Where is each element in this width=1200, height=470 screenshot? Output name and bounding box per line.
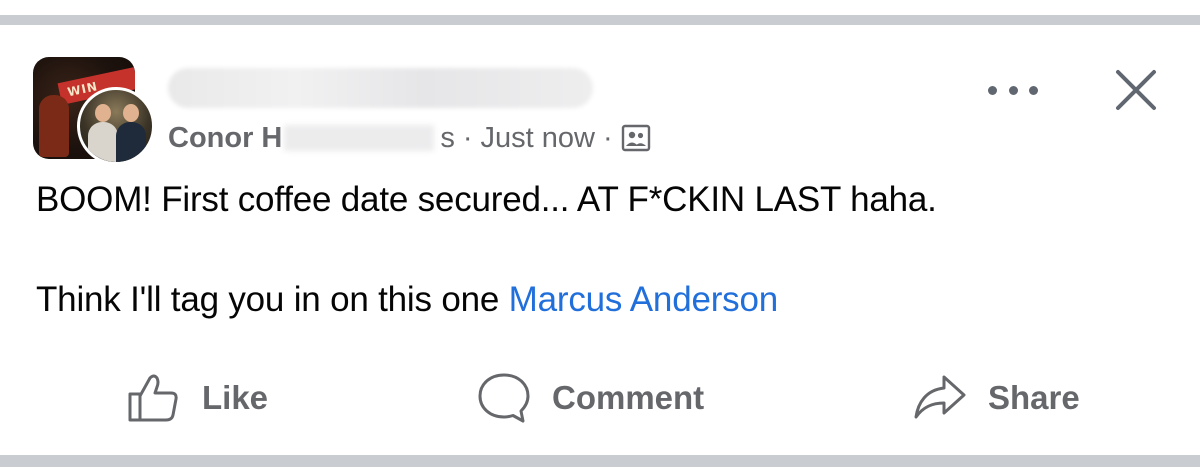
comment-button[interactable]: Comment (476, 370, 704, 426)
comment-bubble-icon (478, 373, 530, 423)
post-text-line-1: BOOM! First coffee date secured... AT F*… (36, 180, 937, 219)
author-name-fragment: s (440, 121, 455, 154)
bottom-divider (0, 455, 1200, 467)
like-button[interactable]: Like (126, 370, 268, 426)
group-avatar-figure (39, 95, 69, 157)
share-button[interactable]: Share (912, 370, 1080, 426)
group-name-redacted[interactable] (168, 68, 593, 108)
meta-separator: · (603, 121, 613, 154)
like-label: Like (202, 379, 269, 416)
more-options-icon[interactable] (988, 72, 1038, 108)
author-name-redacted (284, 125, 435, 151)
share-label: Share (988, 379, 1080, 416)
top-divider (0, 15, 1200, 25)
share-arrow-icon (914, 375, 966, 419)
close-icon[interactable] (1112, 66, 1160, 114)
mention-link[interactable]: Marcus Anderson (509, 280, 779, 319)
post-text-line-2: Think I'll tag you in on this one Marcus… (36, 280, 778, 320)
thumbs-up-icon (128, 374, 178, 422)
more-dot (1029, 85, 1038, 95)
avatar-person-left (88, 122, 118, 162)
author-name[interactable]: Conor H (168, 122, 282, 155)
comment-label: Comment (552, 379, 705, 416)
avatar-head-left (95, 104, 111, 122)
avatar-person-right (116, 122, 146, 162)
post-text-line-2-prefix: Think I'll tag you in on this one (36, 280, 509, 319)
post-timestamp[interactable]: Just now (481, 122, 595, 155)
avatar-group[interactable]: WIN (33, 57, 155, 165)
avatar-head-right (123, 104, 139, 122)
meta-separator: · (462, 121, 473, 154)
more-dot (988, 85, 997, 95)
more-dot (1008, 85, 1018, 95)
post-meta-line: Conor H s · Just now · (168, 118, 651, 158)
group-members-icon[interactable] (621, 123, 651, 153)
user-avatar[interactable] (77, 87, 155, 165)
